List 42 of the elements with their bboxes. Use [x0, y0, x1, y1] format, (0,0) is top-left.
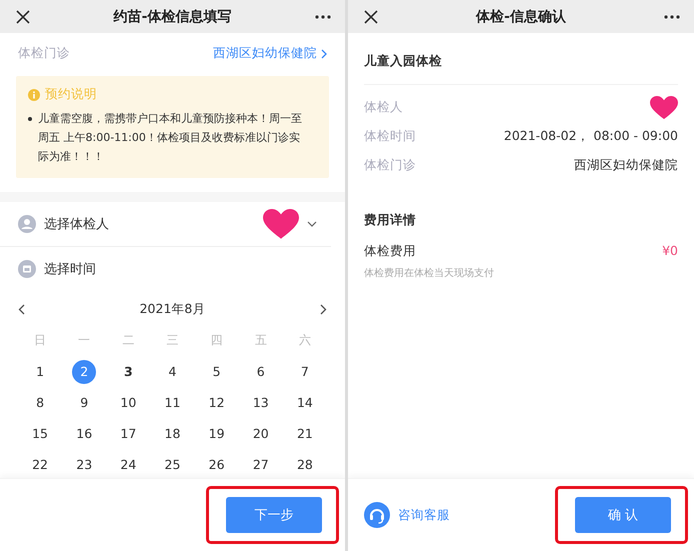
- field-value: 西湖区妇幼保健院: [574, 157, 678, 174]
- weekday-label: 日: [34, 332, 46, 349]
- headset-icon: [364, 502, 390, 528]
- clinic-label: 体检门诊: [18, 45, 70, 62]
- field-label: 体检人: [364, 99, 403, 116]
- fee-title: 费用详情: [364, 212, 417, 229]
- field-value: 2021-08-02， 08:00 - 09:00: [504, 128, 678, 145]
- info-icon: [28, 88, 40, 100]
- calendar-day[interactable]: 3: [116, 360, 140, 384]
- more-icon[interactable]: [315, 14, 331, 18]
- field-label: 体检时间: [364, 128, 416, 145]
- field-label: 体检门诊: [364, 157, 416, 174]
- weekday-label: 一: [78, 332, 90, 349]
- weekday-label: 二: [122, 332, 134, 349]
- calendar-month: 2021年8月: [140, 300, 206, 318]
- weekday-label: 五: [254, 332, 267, 349]
- bullet-icon: [28, 117, 32, 121]
- chevron-right-icon[interactable]: [320, 304, 327, 314]
- notice-text: 儿童需空腹，需携带户口本和儿童预防接种本！周一至周五 上午8:00-11:00！体检项目及收费标准以门诊实际为准！！！: [38, 111, 303, 165]
- heart-icon: [650, 96, 678, 120]
- chevron-right-icon: [321, 48, 327, 58]
- close-icon[interactable]: [16, 10, 30, 24]
- person-selector[interactable]: 选择体检人: [0, 202, 331, 247]
- chevron-left-icon[interactable]: [18, 304, 25, 314]
- window-title: 约苗-体检信息填写: [114, 8, 232, 26]
- fee-note: 体检费用在体检当天现场支付: [364, 266, 495, 280]
- calendar-icon: [18, 260, 36, 278]
- weekday-label: 三: [166, 332, 178, 349]
- person-icon: [18, 215, 36, 233]
- person-label: 选择体检人: [44, 216, 109, 233]
- notice-title: 预约说明: [45, 86, 97, 103]
- close-icon[interactable]: [364, 10, 378, 24]
- chevron-down-icon: [307, 221, 317, 227]
- section-title: 儿童入园体检: [364, 33, 678, 85]
- fee-label: 体检费用: [364, 243, 416, 260]
- window-title: 体检-信息确认: [476, 8, 566, 26]
- more-icon[interactable]: [664, 14, 680, 18]
- heart-icon: [263, 208, 299, 240]
- time-label: 选择时间: [44, 261, 96, 278]
- fee-amount: ¥0: [662, 243, 678, 260]
- weekday-label: 四: [210, 332, 223, 349]
- weekday-label: 六: [298, 332, 311, 349]
